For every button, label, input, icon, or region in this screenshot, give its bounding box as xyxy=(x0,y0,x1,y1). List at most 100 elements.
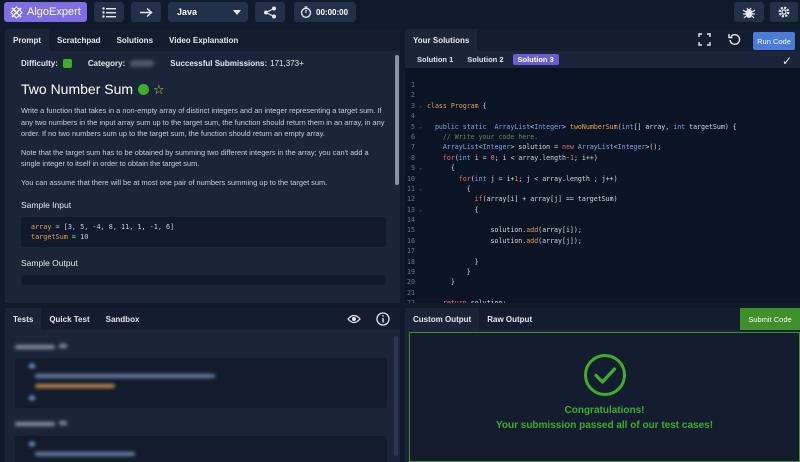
code-line[interactable]: 7 ArrayList < Integer > solution = new Arra… xyxy=(405,142,800,152)
reset-icon[interactable] xyxy=(728,33,741,49)
code-token: add xyxy=(526,236,539,245)
output-panel: Custom Output Raw Output Submit Code Con… xyxy=(405,308,800,462)
share-button[interactable] xyxy=(255,2,285,22)
code-line[interactable]: 6 // Write your code here. xyxy=(405,132,800,142)
prompt-scrollbar[interactable] xyxy=(395,55,399,185)
bug-report-button[interactable] xyxy=(734,2,764,22)
code-token: Integer xyxy=(482,143,511,152)
tab-solution-2[interactable]: Solution 2 xyxy=(462,54,508,65)
code-line[interactable]: 14 xyxy=(405,215,800,225)
line-number: 17 xyxy=(407,247,415,256)
code-line[interactable]: 5 ⌄ public static ArrayList < Integer > twoN… xyxy=(405,122,800,132)
code-token: > solution = xyxy=(510,143,563,152)
tab-video-explanation[interactable]: Video Explanation xyxy=(161,29,246,51)
sample-input-value: = [3, 5, -4, 8, 11, 1, -1, 6] xyxy=(51,222,175,231)
star-icon[interactable]: ☆ xyxy=(153,83,165,96)
submit-code-button[interactable]: Submit Code xyxy=(740,308,800,330)
code-token: (array[j]); xyxy=(538,236,582,245)
tab-quick-test[interactable]: Quick Test xyxy=(41,308,97,330)
code-line[interactable]: 12 if (array[i] + array[j] == targetSum) xyxy=(405,194,800,204)
tab-solution-1[interactable]: Solution 1 xyxy=(412,54,458,65)
category-label: Category: xyxy=(87,59,126,68)
tab-your-solutions[interactable]: Your Solutions xyxy=(405,29,478,51)
code-line[interactable]: 18 } xyxy=(405,257,800,267)
code-line[interactable]: 1 xyxy=(405,80,800,90)
code-token: int xyxy=(621,122,634,131)
line-number: 12 xyxy=(407,195,415,204)
next-question-button[interactable] xyxy=(131,2,161,22)
fold-chevron-icon[interactable]: ⌄ xyxy=(419,122,427,132)
sample-input-key: targetSum xyxy=(31,232,68,241)
code-line[interactable]: 15 solution. add (array[i]); xyxy=(405,225,800,235)
info-icon[interactable] xyxy=(376,312,390,329)
test-case-code-blurred xyxy=(15,436,387,462)
fold-chevron-icon[interactable]: ⌄ xyxy=(419,163,427,173)
tab-custom-output[interactable]: Custom Output xyxy=(405,308,480,330)
tab-tests[interactable]: Tests xyxy=(5,308,42,330)
test-case-icon-blurred xyxy=(59,344,67,348)
language-select[interactable]: Java xyxy=(168,2,248,22)
settings-button[interactable] xyxy=(770,2,798,22)
code-token: ; i < array.length- xyxy=(494,153,570,162)
question-list-button[interactable] xyxy=(94,2,124,22)
question-title-row: Two Number Sum ☆ xyxy=(21,81,386,97)
code-line[interactable]: 16 solution. add (array[j]); xyxy=(405,236,800,246)
run-code-button[interactable]: Run Code xyxy=(753,32,795,50)
tab-prompt[interactable]: Prompt xyxy=(5,29,49,51)
line-number: 19 xyxy=(407,268,415,277)
code-line[interactable]: 10 for(int j = i+ 1; j < array.length ; j… xyxy=(405,174,800,184)
fold-chevron-icon[interactable]: ⌄ xyxy=(419,101,427,111)
code-line[interactable]: 3 ⌄ class Program { xyxy=(405,101,800,111)
tests-scrollbar[interactable] xyxy=(394,336,398,456)
language-value: Java xyxy=(177,7,198,17)
code-token: Integer xyxy=(534,122,563,131)
fold-chevron-icon xyxy=(419,90,427,100)
code-line[interactable]: 8 for(int i = 0; i < array.length- 1; i++… xyxy=(405,153,800,163)
chevron-down-icon xyxy=(233,10,241,15)
question-title: Two Number Sum xyxy=(21,81,134,97)
fold-chevron-icon[interactable]: ⌄ xyxy=(419,184,427,194)
sample-output-title: Sample Output xyxy=(21,257,78,268)
tab-sandbox[interactable]: Sandbox xyxy=(98,308,148,330)
code-line[interactable]: 9 ⌄ { xyxy=(405,163,800,173)
code-line[interactable]: 4 xyxy=(405,111,800,121)
code-token: if xyxy=(474,195,483,204)
code-token: public static xyxy=(434,122,495,131)
tab-raw-output[interactable]: Raw Output xyxy=(479,308,540,330)
code-line[interactable]: 20 } xyxy=(405,277,800,287)
tab-scratchpad[interactable]: Scratchpad xyxy=(49,29,109,51)
code-token: solution. xyxy=(427,226,527,235)
line-number: 4 xyxy=(411,112,415,121)
code-line[interactable]: 21 xyxy=(405,288,800,298)
code-line[interactable]: 17 xyxy=(405,246,800,256)
fullscreen-icon[interactable] xyxy=(698,33,711,49)
code-line[interactable]: 19 } xyxy=(405,267,800,277)
line-number: 18 xyxy=(407,257,415,266)
code-token: { xyxy=(427,184,471,193)
code-line[interactable]: 22 return solution; xyxy=(405,298,800,303)
code-line[interactable]: 11 ⌄ { xyxy=(405,184,800,194)
code-token: Integer xyxy=(617,143,646,152)
fold-chevron-icon xyxy=(419,194,427,204)
timer-button[interactable]: 00:00:00 xyxy=(294,2,356,22)
passed-message: Your submission passed all of our test c… xyxy=(495,420,714,431)
tab-solutions[interactable]: Solutions xyxy=(109,29,161,51)
line-number: 5 xyxy=(411,122,415,131)
eye-icon[interactable] xyxy=(347,313,361,328)
fold-chevron-icon[interactable]: ⌄ xyxy=(419,205,427,215)
timer-value: 00:00:00 xyxy=(316,7,349,17)
output-tabs: Custom Output Raw Output Submit Code xyxy=(405,308,800,330)
question-description: Write a function that takes in a non-emp… xyxy=(21,105,386,189)
code-line[interactable]: 2 xyxy=(405,90,800,100)
code-line[interactable]: 13 ⌄ { xyxy=(405,205,800,215)
code-editor[interactable]: 1 2 3 ⌄ class Program {4 5 ⌄ public static Arr… xyxy=(405,78,800,303)
line-number: 22 xyxy=(405,298,419,303)
line-number: 6 xyxy=(411,132,415,141)
tab-solution-3[interactable]: Solution 3 xyxy=(512,54,559,65)
category-value-blurred xyxy=(130,60,155,67)
algoexpert-logo-button[interactable]: AlgoExpert xyxy=(4,2,87,22)
line-number: 16 xyxy=(407,236,415,245)
code-token: int xyxy=(673,122,686,131)
